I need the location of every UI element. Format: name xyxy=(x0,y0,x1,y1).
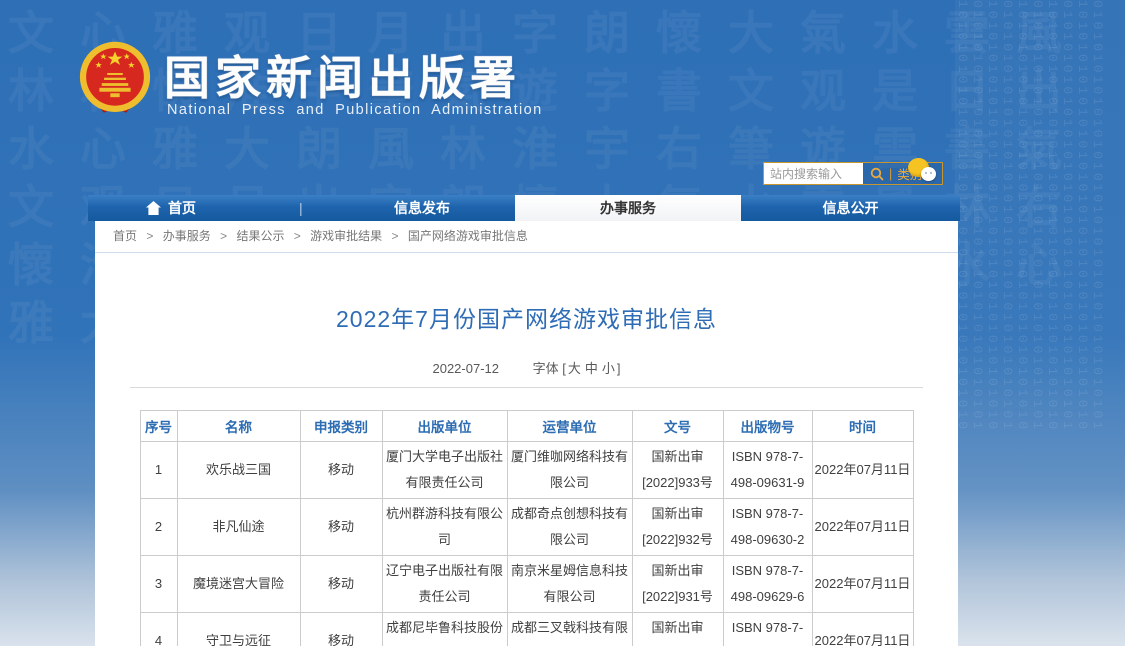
table-cell-no: 2 xyxy=(139,498,178,556)
search-input[interactable] xyxy=(764,163,863,184)
font-size-selector: 字体 [大中小] xyxy=(533,361,621,376)
table-cell-doc-no: 国新出审[2022]931号 xyxy=(631,555,724,613)
national-emblem-icon xyxy=(79,41,151,113)
table-cell-category: 移动 xyxy=(299,441,383,499)
breadcrumb-link-services[interactable]: 办事服务 xyxy=(163,229,211,243)
breadcrumb-current: 国产网络游戏审批信息 xyxy=(407,229,528,243)
breadcrumb-separator: > xyxy=(220,229,228,243)
font-size-small[interactable]: 小 xyxy=(602,361,615,376)
table-row: 3 魔境迷宫大冒险 移动 辽宁电子出版社有限责任公司 南京米星姆信息科技有限公司 国新出审… xyxy=(139,555,914,613)
table-cell-category: 移动 xyxy=(299,555,383,613)
nav-separator: | xyxy=(299,200,303,216)
font-selector-suffix: ] xyxy=(616,361,621,376)
table-cell-name: 欢乐战三国 xyxy=(176,441,301,499)
table-cell-isbn: ISBN 978-7-498-09628-9 xyxy=(722,612,813,646)
wechat-icon[interactable] xyxy=(908,158,944,186)
table-cell-no: 1 xyxy=(139,441,178,499)
breadcrumb-separator: > xyxy=(146,229,154,243)
table-cell-name: 魔境迷宫大冒险 xyxy=(176,555,301,613)
table-cell-name: 非凡仙途 xyxy=(176,498,301,556)
table-cell-operator: 成都奇点创想科技有限公司 xyxy=(506,498,633,556)
table-cell-category: 移动 xyxy=(299,498,383,556)
main-nav: 首页 | 信息发布 办事服务 信息公开 xyxy=(88,195,960,221)
column-header-no: 序号 xyxy=(139,410,178,442)
table-row: 1 欢乐战三国 移动 厦门大学电子出版社有限责任公司 厦门维咖网络科技有限公司 国新出审[… xyxy=(139,441,914,499)
column-header-name: 名称 xyxy=(176,410,301,442)
nav-item-info-disclosure[interactable]: 信息公开 xyxy=(741,195,960,221)
table-cell-no: 4 xyxy=(139,612,178,646)
nav-item-info-release[interactable]: 信息发布 xyxy=(328,195,516,221)
breadcrumb-separator: > xyxy=(293,229,301,243)
site-subtitle: National Press and Publication Administr… xyxy=(167,102,543,118)
table-cell-category: 移动 xyxy=(299,612,383,646)
site-title: 国家新闻出版署 xyxy=(164,52,521,104)
table-cell-doc-no: 国新出审[2022]933号 xyxy=(631,441,724,499)
page-title: 2022年7月份国产网络游戏审批信息 xyxy=(336,306,717,332)
breadcrumb-link-game-approvals[interactable]: 游戏审批结果 xyxy=(310,229,382,243)
column-header-date: 时间 xyxy=(811,410,914,442)
table-cell-publisher: 厦门大学电子出版社有限责任公司 xyxy=(381,441,508,499)
home-icon xyxy=(146,201,161,215)
breadcrumb-link-home[interactable]: 首页 xyxy=(113,229,137,243)
column-header-isbn: 出版物号 xyxy=(722,410,813,442)
column-header-publisher: 出版单位 xyxy=(381,410,508,442)
table-cell-operator: 南京米星姆信息科技有限公司 xyxy=(506,555,633,613)
table-cell-publisher: 辽宁电子出版社有限责任公司 xyxy=(381,555,508,613)
table-cell-doc-no: 国新出审[2022]930号 xyxy=(631,612,724,646)
breadcrumb-link-results[interactable]: 结果公示 xyxy=(236,229,284,243)
table-header-row: 序号 名称 申报类别 出版单位 运营单位 文号 出版物号 时间 xyxy=(139,410,914,442)
table-cell-isbn: ISBN 978-7-498-09631-9 xyxy=(722,441,813,499)
breadcrumb: 首页 > 办事服务 > 结果公示 > 游戏审批结果 > 国产网络游戏审批信息 xyxy=(95,221,958,253)
page: 文心雅观日月出字朗懷大氣水雲風林右懷淮宇筆氣遊字書文观是日出水心雅大朗風林淮宇右… xyxy=(0,0,1125,646)
table-cell-operator: 厦门维咖网络科技有限公司 xyxy=(506,441,633,499)
font-selector-prefix: 字体 [ xyxy=(532,361,566,376)
font-size-large[interactable]: 大 xyxy=(568,361,581,376)
publish-date: 2022-07-12 xyxy=(432,361,499,376)
nav-tab-services[interactable]: 办事服务 xyxy=(515,195,741,221)
column-header-doc-no: 文号 xyxy=(631,410,724,442)
table-row: 4守卫与远征移动成都尼毕鲁科技股份有限公司成都三叉戟科技有限公司国新出审[202… xyxy=(139,612,914,646)
search-icon[interactable] xyxy=(870,167,884,181)
article-meta: 2022-07-12 字体 [大中小] xyxy=(95,358,958,377)
table-cell-publisher: 成都尼毕鲁科技股份有限公司 xyxy=(381,612,508,646)
column-header-category: 申报类别 xyxy=(299,410,383,442)
breadcrumb-separator: > xyxy=(391,229,399,243)
binary-texture: 1010101010101010101010101010101010101010… xyxy=(955,0,1125,646)
table-cell-date: 2022年07月11日 xyxy=(811,441,914,499)
font-size-medium[interactable]: 中 xyxy=(585,361,598,376)
table-cell-date: 2022年07月11日 xyxy=(811,612,914,646)
table-cell-no: 3 xyxy=(139,555,178,613)
table-cell-isbn: ISBN 978-7-498-09629-6 xyxy=(722,555,813,613)
table-cell-name: 守卫与远征 xyxy=(176,612,301,646)
table-cell-doc-no: 国新出审[2022]932号 xyxy=(631,498,724,556)
approval-table: 序号 名称 申报类别 出版单位 运营单位 文号 出版物号 时间 1 欢乐战三国 移动 厦门大学电子出… xyxy=(139,410,914,646)
divider xyxy=(130,387,923,388)
approval-table-body: 1 欢乐战三国 移动 厦门大学电子出版社有限责任公司 厦门维咖网络科技有限公司 国新出审[… xyxy=(139,441,914,646)
table-cell-isbn: ISBN 978-7-498-09630-2 xyxy=(722,498,813,556)
table-cell-operator: 成都三叉戟科技有限公司 xyxy=(506,612,633,646)
content-panel: 首页 > 办事服务 > 结果公示 > 游戏审批结果 > 国产网络游戏审批信息 2… xyxy=(95,221,958,646)
table-cell-date: 2022年07月11日 xyxy=(811,555,914,613)
column-header-operator: 运营单位 xyxy=(506,410,633,442)
search-divider: | xyxy=(889,166,893,181)
table-cell-date: 2022年07月11日 xyxy=(811,498,914,556)
table-cell-publisher: 杭州群游科技有限公司 xyxy=(381,498,508,556)
table-row: 2 非凡仙途 移动 杭州群游科技有限公司 成都奇点创想科技有限公司 国新出审[2022]9… xyxy=(139,498,914,556)
nav-item-home[interactable]: 首页 xyxy=(146,195,196,221)
